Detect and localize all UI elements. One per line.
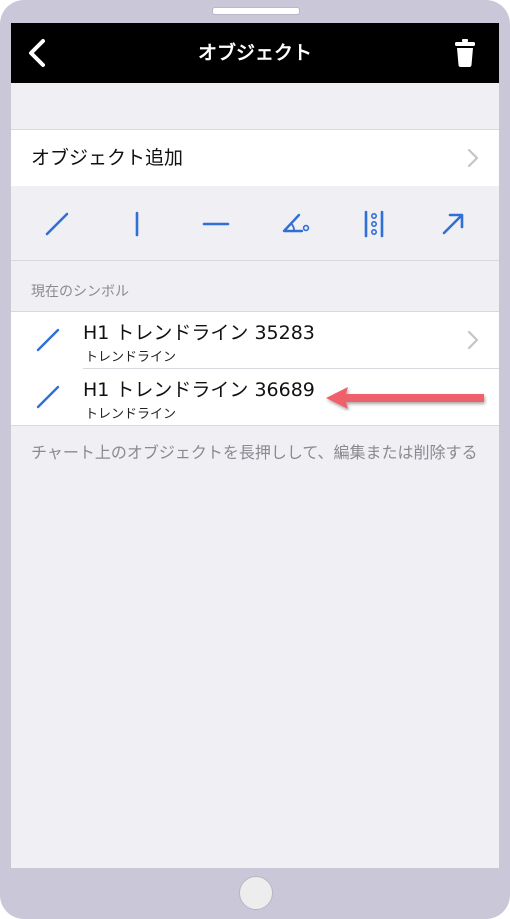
- angle-trendline-tool-button[interactable]: [275, 204, 315, 244]
- vertical-line-tool-button[interactable]: [117, 204, 157, 244]
- add-object-row[interactable]: オブジェクト追加: [11, 129, 499, 187]
- page-title: オブジェクト: [197, 42, 312, 64]
- chevron-right-icon: [467, 148, 479, 168]
- arrow-tool-button[interactable]: [433, 204, 473, 244]
- hint-text: チャート上のオブジェクトを長押しして、編集または削除する: [31, 443, 478, 462]
- object-type: トレンドライン: [85, 407, 177, 422]
- vertical-line-icon: [135, 211, 139, 237]
- section-header: 現在のシンボル: [31, 284, 129, 300]
- delete-all-button[interactable]: [449, 37, 481, 69]
- angle-icon: [282, 213, 310, 233]
- trendline-icon: [36, 385, 60, 409]
- arrow-up-right-icon: [442, 213, 464, 235]
- object-tool-bar: [11, 186, 499, 261]
- horizontal-line-tool-button[interactable]: [196, 204, 236, 244]
- horizontal-line-icon: [202, 222, 230, 226]
- app-screen: オブジェクト オブジェクト追加 現在のシンボル H1 トレンドライン 35283…: [11, 23, 499, 868]
- list-item[interactable]: H1 トレンドライン 35283 トレンドライン: [11, 312, 499, 369]
- trash-icon: [455, 39, 475, 67]
- home-button[interactable]: [239, 876, 273, 910]
- navigation-bar: オブジェクト: [11, 23, 499, 83]
- cycle-lines-tool-button[interactable]: [354, 204, 394, 244]
- diagonal-line-icon: [45, 212, 69, 236]
- phone-speaker: [212, 7, 300, 15]
- object-title: H1 トレンドライン 36689: [83, 379, 315, 401]
- add-object-label: オブジェクト追加: [31, 147, 184, 169]
- object-title: H1 トレンドライン 35283: [83, 322, 315, 344]
- object-type: トレンドライン: [85, 350, 177, 365]
- trendline-tool-button[interactable]: [37, 204, 77, 244]
- chevron-right-icon: [467, 330, 479, 350]
- phone-frame: オブジェクト オブジェクト追加 現在のシンボル H1 トレンドライン 35283…: [0, 0, 510, 919]
- annotation-arrow-icon: [326, 387, 484, 409]
- cycle-lines-icon: [364, 210, 384, 238]
- trendline-icon: [36, 328, 60, 352]
